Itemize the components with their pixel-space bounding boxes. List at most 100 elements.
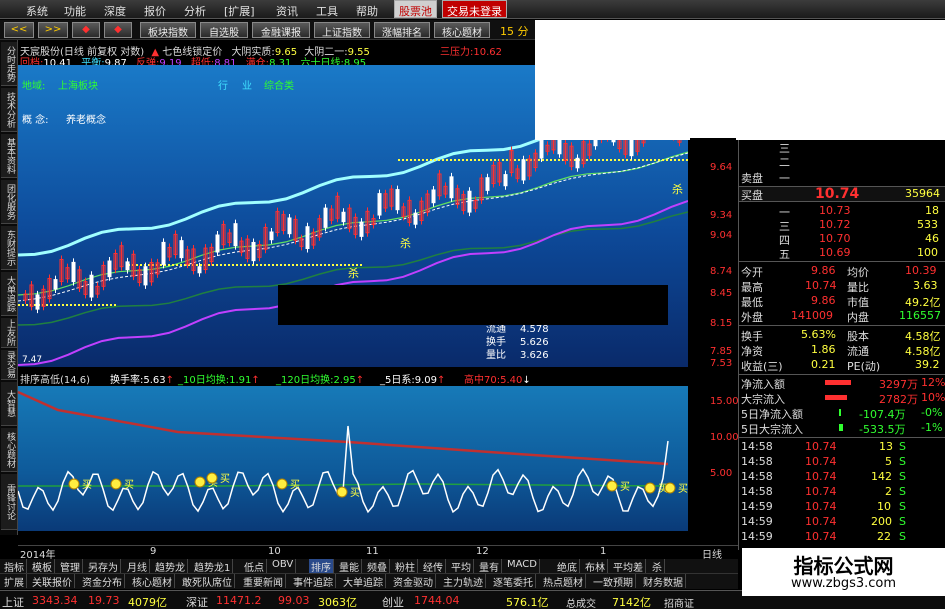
indicator-tab-13[interactable]: 经传 (421, 559, 446, 574)
sub-label: _120日均换: (276, 375, 334, 386)
toolbar: << >> ◆ ◆ 板块指数 自选股 金融课报 上证指数 涨幅排名 核心题材 1… (0, 20, 535, 40)
rank-button[interactable]: 涨幅排名 (374, 22, 430, 39)
ma5-label: _5日系:9.09↑ (380, 375, 446, 386)
indicator-tab-19[interactable]: 平均差 (611, 559, 646, 574)
indicator-tab-9[interactable]: 排序 (309, 559, 334, 574)
prev-button[interactable]: << (4, 22, 34, 38)
tab-intraday[interactable]: 分时走势 (1, 42, 17, 86)
tab-core-topic[interactable]: 核心题材 (1, 428, 17, 472)
indicator-tab-4[interactable]: 月线 (125, 559, 150, 574)
tick-side: S (899, 515, 906, 528)
menu-item-extend[interactable]: [扩展] (224, 3, 255, 19)
menu-item-function[interactable]: 功能 (64, 3, 86, 19)
month-label: 10 (268, 546, 281, 557)
extension-tab-4[interactable]: 敢死队席位 (180, 574, 235, 589)
menu-item-news[interactable]: 资讯 (276, 3, 298, 19)
candle-body (377, 193, 382, 216)
extension-tab-11[interactable]: 热点题材 (541, 574, 586, 589)
menu-item-tools[interactable]: 工具 (316, 3, 338, 19)
sell-level-row: 二 (739, 154, 945, 169)
candle-body (35, 294, 40, 310)
candle-body (467, 190, 472, 213)
indicator-tab-18[interactable]: 布林 (583, 559, 608, 574)
indicator-tab-2[interactable]: 管理 (58, 559, 83, 574)
indicator-tab-0[interactable]: 指标 (2, 559, 27, 574)
menu-item-depth[interactable]: 深度 (104, 3, 126, 19)
extension-tab-10[interactable]: 逐笔委托 (491, 574, 536, 589)
indicator-tab-12[interactable]: 粉柱 (393, 559, 418, 574)
extension-tab-7[interactable]: 大单追踪 (341, 574, 386, 589)
extension-tab-8[interactable]: 资金驱动 (391, 574, 436, 589)
trade-login-button[interactable]: 交易未登录 (442, 0, 507, 18)
indicator-tab-1[interactable]: 模板 (30, 559, 55, 574)
best-bid-row: 买盘 10.74 35964 (739, 186, 945, 202)
info-value: 10.62 (473, 47, 503, 58)
indicator-tab-3[interactable]: 另存为 (86, 559, 121, 574)
smiley-icon (68, 478, 80, 490)
finance-class-button[interactable]: 金融课报 (252, 22, 310, 39)
watchlist-button[interactable]: 自选股 (200, 22, 248, 39)
candle-body (53, 279, 58, 290)
pressure-label: 三压力:10.62 (440, 43, 502, 58)
flow-value: -107.4万 (859, 408, 906, 421)
extension-tab-9[interactable]: 主力轨迹 (441, 574, 486, 589)
indicator-tab-20[interactable]: 杀 (650, 559, 665, 574)
extension-tab-13[interactable]: 财务数据 (641, 574, 686, 589)
tab-tech-analysis[interactable]: 技术分析 (1, 88, 17, 132)
menu-item-system[interactable]: 系统 (26, 3, 48, 19)
extension-tab-2[interactable]: 资金分布 (80, 574, 125, 589)
tab-discussion[interactable]: 雷锋讨论 (1, 474, 17, 530)
diamond-icon[interactable]: ◆ (72, 22, 100, 38)
indicator-tab-14[interactable]: 平均 (449, 559, 474, 574)
tab-basic-info[interactable]: 基本资料 (1, 134, 17, 178)
indicator-tab-15[interactable]: 量有 (477, 559, 502, 574)
sh-index-button[interactable]: 上证指数 (314, 22, 370, 39)
menu-item-help[interactable]: 帮助 (356, 3, 378, 19)
sz-change: 99.03 (278, 594, 310, 607)
flow-value: 3297万 (879, 378, 918, 391)
watermark-logo: 指标公式网 www.zbgs3.com (742, 548, 945, 596)
flow-label: 5日大宗流入 (741, 423, 803, 436)
extension-tab-0[interactable]: 扩展 (2, 574, 27, 589)
tab-trade-record[interactable]: 录交易 (1, 350, 17, 380)
menu-item-analysis[interactable]: 分析 (184, 3, 206, 19)
indicator-tab-10[interactable]: 量能 (337, 559, 362, 574)
month-label: 1 (600, 546, 607, 557)
indicator-tab-5[interactable]: 趋势龙 (153, 559, 188, 574)
tab-big-order[interactable]: 大单追踪 (1, 272, 17, 316)
broker-label[interactable]: 招商证 (664, 595, 694, 609)
indicator-tab-7[interactable]: 低点 (242, 559, 267, 574)
tab-service[interactable]: 团化服务 (1, 180, 17, 224)
indicator-tab-11[interactable]: 频叠 (365, 559, 390, 574)
menu-item-quote[interactable]: 报价 (144, 3, 166, 19)
extension-tab-6[interactable]: 事件追踪 (291, 574, 336, 589)
indicator-tab-17[interactable]: 绝底 (555, 559, 580, 574)
tab-friends[interactable]: 上友所 (1, 318, 17, 348)
diamond-icon[interactable]: ◆ (104, 22, 132, 38)
tick-row: 14:59 10.74 200 S (739, 515, 945, 529)
tab-dzh[interactable]: 大智慧 (1, 382, 17, 426)
core-topic-button[interactable]: 核心题材 (434, 22, 490, 39)
indicator-tab-6[interactable]: 趋势龙1 (192, 559, 234, 574)
extension-tab-3[interactable]: 核心题材 (130, 574, 175, 589)
tab-hint[interactable]: 东财提示 (1, 226, 17, 270)
turnover-indicator-chart[interactable]: 买买买买买买买买买 (18, 386, 688, 531)
axis-tick: 5.00 (710, 468, 733, 479)
month-label: 11 (366, 546, 379, 557)
next-button[interactable]: >> (38, 22, 68, 38)
sub-label: 换手率: (110, 375, 144, 386)
extension-tab-1[interactable]: 关联报价 (30, 574, 75, 589)
buy-marker-label: 买 (350, 487, 360, 499)
extension-tab-5[interactable]: 重要新闻 (241, 574, 286, 589)
sub-label: _5日系: (380, 375, 415, 386)
extension-tab-12[interactable]: 一致预期 (591, 574, 636, 589)
tick-price: 10.74 (805, 440, 837, 453)
period-label[interactable]: 15 分 (500, 23, 529, 39)
sector-index-button[interactable]: 板块指数 (140, 22, 196, 39)
indicator-tab-8[interactable]: OBV (270, 559, 297, 573)
flow-row: 5日大宗流入 -533.5万 -1% (739, 421, 945, 436)
candle-body (305, 226, 310, 250)
indicator-tab-16[interactable]: MACD (505, 559, 540, 573)
stock-pool-button[interactable]: 股票池 (394, 0, 437, 18)
level-volume: 46 (925, 232, 939, 245)
